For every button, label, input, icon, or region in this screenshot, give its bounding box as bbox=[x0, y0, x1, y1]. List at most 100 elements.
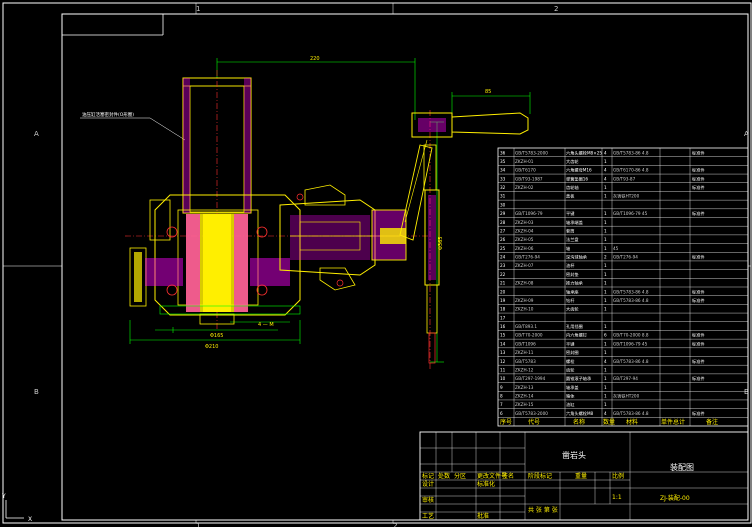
bom-cell-name: 大齿轮 bbox=[566, 158, 579, 165]
bom-cell-no: 13 bbox=[500, 350, 506, 355]
bom-cell-code: ZKZH-05 bbox=[515, 237, 534, 242]
bom-cell-name: 钻杆 bbox=[566, 297, 575, 304]
bom-cell-code: ZKZH-14 bbox=[515, 394, 534, 399]
bom-cell-name: 圆锥滚子轴承 bbox=[566, 375, 592, 382]
bom-cell-qty: 1 bbox=[604, 228, 607, 233]
bom-cell-qty: 1 bbox=[604, 263, 607, 268]
bom-cell-qty: 1 bbox=[604, 307, 607, 312]
bom-header-no: 序号 bbox=[500, 418, 512, 426]
bom-cell-name: 推力轴承 bbox=[566, 280, 584, 287]
zone-label-bottom-2: 2 bbox=[393, 522, 397, 527]
bom-cell-qty: 1 bbox=[604, 341, 607, 346]
title-block-approve: 批准 bbox=[477, 512, 489, 520]
handle-arm[interactable] bbox=[399, 112, 529, 364]
bom-cell-code: GB/T5783-2000 bbox=[515, 150, 548, 155]
bom-cell-code: ZKZH-08 bbox=[515, 281, 534, 286]
bom-table[interactable]: 36 GB/T5783-2000 六角头螺栓M8×25 4 GB/T5783-86 4.… bbox=[497, 147, 749, 427]
title-block-stage: 阶段标记 bbox=[528, 472, 552, 480]
drive-shaft[interactable] bbox=[279, 184, 407, 291]
bom-cell-qty: 2 bbox=[604, 255, 607, 260]
svg-text:Y: Y bbox=[1, 493, 6, 500]
svg-text:X: X bbox=[28, 516, 32, 523]
bom-cell-name: 轴 bbox=[566, 245, 570, 252]
bom-cell-name: 弹簧垫圈16 bbox=[566, 175, 588, 182]
bom-cell-no: 21 bbox=[500, 281, 506, 286]
bom-cell-code: GB/T93-1987 bbox=[515, 176, 543, 181]
bom-cell-qty: 1 bbox=[604, 281, 607, 286]
bom-cell-material: GB/T5783-86 4.8 bbox=[613, 411, 649, 416]
bom-cell-code: ZKZH-04 bbox=[515, 228, 534, 233]
bom-cell-no: 8 bbox=[500, 394, 503, 399]
bom-cell-no: 20 bbox=[500, 289, 506, 294]
bom-cell-name: 螺栓 bbox=[566, 358, 575, 365]
assembly-view[interactable]: 220 85 Φ365 Φ210 Φ165 4 — M 油压缸活塞密封件(O形圈… bbox=[80, 56, 531, 370]
bom-cell-qty: 1 bbox=[604, 298, 607, 303]
bom-cell-material: GB/T5783-86 4.8 bbox=[613, 298, 649, 303]
bom-cell-code: GB/T1096 bbox=[515, 341, 536, 346]
bom-cell-material: GB/T93-87 bbox=[613, 176, 636, 181]
bom-rows: 36 GB/T5783-2000 六角头螺栓M8×25 4 GB/T5783-86 4.… bbox=[500, 149, 718, 426]
bom-cell-no: 9 bbox=[500, 385, 503, 390]
bom-cell-no: 31 bbox=[500, 194, 506, 199]
bom-header-qty: 数量 bbox=[603, 418, 615, 426]
bom-cell-qty: 4 bbox=[604, 176, 607, 181]
gearbox-housing[interactable] bbox=[129, 194, 301, 325]
bom-cell-code: GB/T297-1994 bbox=[515, 376, 546, 381]
bom-cell-qty: 1 bbox=[604, 350, 607, 355]
bom-cell-material: GB/T5783-86 4.8 bbox=[613, 150, 649, 155]
bom-cell-qty: 1 bbox=[604, 367, 607, 372]
bom-cell-name: 平键 bbox=[566, 340, 575, 347]
bom-cell-name: 孔用挡圈 bbox=[566, 323, 583, 330]
bom-cell-qty: 1 bbox=[604, 272, 607, 277]
bom-cell-no: 10 bbox=[500, 376, 506, 381]
bom-cell-no: 25 bbox=[500, 246, 506, 251]
bom-header-weight: 单件总计 bbox=[661, 418, 685, 426]
bom-cell-qty: 1 bbox=[604, 324, 607, 329]
bom-cell-name: 深沟球轴承 bbox=[566, 254, 588, 261]
title-block[interactable]: 凿岩头 装配图 ZJ-装配-00 1:1 标记 处数 分区 更改文件号 签名 设… bbox=[419, 431, 749, 521]
leader-annotation: 油压缸活塞密封件(O形圈) bbox=[80, 111, 186, 141]
bom-cell-qty: 6 bbox=[604, 333, 607, 338]
bom-cell-no: 12 bbox=[500, 359, 506, 364]
bom-cell-no: 19 bbox=[500, 298, 506, 303]
title-block-scale: 1:1 bbox=[612, 494, 622, 501]
bom-cell-material: GB/T1096-79 45 bbox=[613, 341, 648, 346]
bom-cell-code: GB/T276-94 bbox=[515, 255, 540, 260]
bom-cell-qty: 4 bbox=[604, 411, 607, 416]
bom-cell-no: 28 bbox=[500, 220, 506, 225]
bom-cell-no: 11 bbox=[500, 367, 506, 372]
bom-cell-code: ZKZH-13 bbox=[515, 385, 534, 390]
bom-cell-no: 36 bbox=[500, 150, 506, 155]
bom-cell-name: 轴承座 bbox=[566, 288, 579, 295]
bom-cell-code: ZKZH-01 bbox=[515, 159, 534, 164]
bom-header-note: 备注 bbox=[706, 418, 718, 426]
zone-label-right-a: A bbox=[744, 130, 749, 138]
bom-cell-no: 32 bbox=[500, 185, 506, 190]
drawing-canvas[interactable]: A B A B 1 2 1 2 X Y 220 85 Φ365 Φ210 Φ16… bbox=[0, 0, 752, 527]
bom-cell-material: GB/T70-2000 8.8 bbox=[613, 333, 649, 338]
bom-cell-name: 六角头螺栓M8 bbox=[566, 410, 594, 417]
bom-grid bbox=[498, 148, 748, 426]
bom-cell-code: ZKZH-03 bbox=[515, 220, 534, 225]
bom-cell-qty: 4 bbox=[604, 150, 607, 155]
bom-cell-note: 标准件 bbox=[692, 410, 705, 417]
dim-base-diameter: Φ210 bbox=[205, 344, 218, 350]
bom-cell-no: 24 bbox=[500, 255, 506, 260]
bom-cell-qty: 1 bbox=[604, 246, 607, 251]
title-block-design: 设计 bbox=[422, 480, 434, 488]
bom-cell-material: GB/T5783-86 4.8 bbox=[613, 359, 649, 364]
bom-cell-no: 14 bbox=[500, 341, 506, 346]
title-block-zone: 分区 bbox=[454, 472, 466, 480]
bom-cell-no: 26 bbox=[500, 237, 506, 242]
dim-bolt-note: 4 — M bbox=[258, 322, 274, 328]
bom-cell-qty: 1 bbox=[604, 402, 607, 407]
bom-cell-material: 45 bbox=[613, 246, 619, 251]
bom-cell-name: 大齿轮 bbox=[566, 306, 579, 313]
bom-cell-name: 轴承端盖 bbox=[566, 219, 583, 226]
bom-cell-name: 法兰盘 bbox=[566, 236, 579, 243]
ucs-icon: X Y bbox=[1, 493, 32, 523]
bom-cell-qty: 1 bbox=[604, 220, 607, 225]
dim-handle-length: 85 bbox=[485, 89, 491, 95]
bom-cell-code: ZKZH-10 bbox=[515, 307, 534, 312]
bom-cell-code: GB/T70-2000 bbox=[515, 333, 543, 338]
